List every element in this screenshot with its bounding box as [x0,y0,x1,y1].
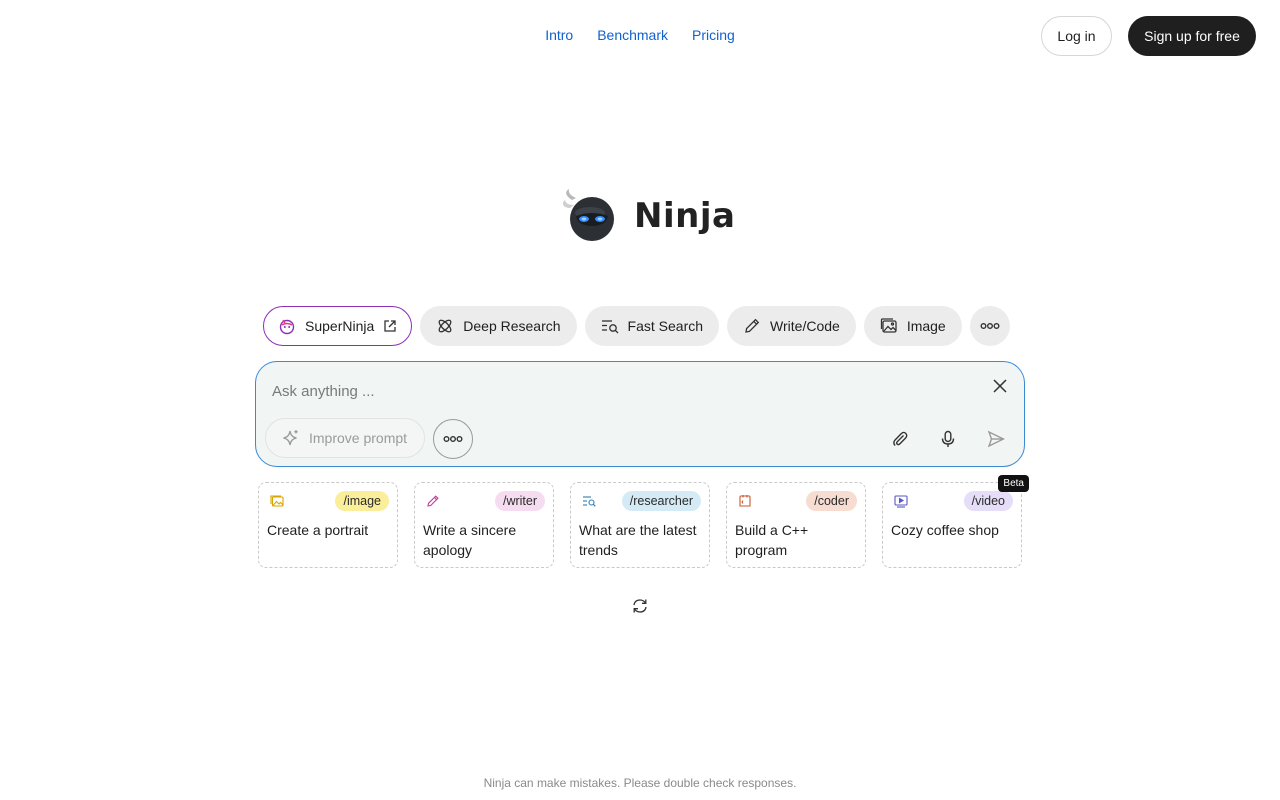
refresh-icon [633,599,647,613]
signup-button[interactable]: Sign up for free [1128,16,1256,56]
card-tag: /image [335,491,389,511]
prompt-options-button[interactable] [433,419,473,459]
more-modes-button[interactable] [969,306,1010,346]
mode-deep-research[interactable]: Deep Research [420,306,577,346]
code-icon [739,495,751,507]
mode-superninja[interactable]: SuperNinja [263,306,413,346]
sparkle-icon [283,430,298,446]
card-tag: /coder [806,491,857,511]
suggestion-card-coder[interactable]: /coder Build a C++ program [726,482,866,568]
external-link-icon [384,320,396,332]
mode-label: Fast Search [627,318,704,334]
search-list-icon [583,496,596,507]
mode-write-code[interactable]: Write/Code [727,306,856,346]
suggestion-card-video[interactable]: /video Cozy coffee shop Beta [882,475,1029,568]
suggestion-card-researcher[interactable]: /researcher What are the latest trends [570,482,710,568]
mode-label: Deep Research [463,318,561,334]
card-text: What are the latest trends [579,522,697,558]
mode-label: Image [906,318,946,334]
refresh-suggestions-button[interactable] [631,597,649,615]
search-list-icon [601,320,619,334]
card-text: Write a sincere apology [423,522,517,558]
attach-button[interactable] [889,428,911,450]
microphone-icon [941,430,955,447]
more-dots-icon [443,436,463,442]
improve-prompt-button[interactable]: Improve prompt [265,418,425,458]
suggestion-card-image[interactable]: /image Create a portrait [258,482,398,568]
improve-prompt-label: Improve prompt [309,430,408,446]
paperclip-icon [893,431,908,447]
ninja-mascot-icon [562,189,614,241]
brand-logo: Ninja [560,184,735,248]
prompt-box: Improve prompt [255,361,1025,467]
card-tag: /researcher [621,491,701,511]
nav-link-benchmark[interactable]: Benchmark [597,27,668,43]
atom-icon [438,319,452,333]
pencil-icon [427,495,439,507]
mode-label: SuperNinja [305,318,375,334]
login-button[interactable]: Log in [1041,16,1112,56]
nav-link-pricing[interactable]: Pricing [692,27,735,43]
card-tag: /writer [494,491,545,511]
card-text: Cozy coffee shop [891,522,999,538]
image-icon [880,318,897,333]
mode-image[interactable]: Image [863,306,962,346]
mode-label: Write/Code [770,318,840,334]
image-icon [270,495,284,507]
voice-input-button[interactable] [937,428,959,450]
send-button[interactable] [985,428,1007,450]
disclaimer-text: Ninja can make mistakes. Please double c… [483,776,797,790]
close-icon [993,379,1007,393]
top-nav: Intro Benchmark Pricing Log in Sign up f… [0,0,1280,72]
suggestion-cards: /image Create a portrait /writer Write a… [258,475,1029,568]
pencil-icon [745,318,760,333]
prompt-input[interactable] [272,380,952,402]
card-tag: /video [963,491,1013,511]
card-text: Build a C++ program [735,522,809,558]
brand-name: Ninja [634,196,736,236]
nav-link-intro[interactable]: Intro [545,27,573,43]
superninja-icon [279,319,295,335]
card-text: Create a portrait [267,522,369,538]
clear-button[interactable] [990,376,1010,396]
mode-selector: SuperNinja Deep Research Fast Search Wri… [263,306,1010,346]
send-icon [987,430,1005,448]
beta-badge: Beta [998,475,1029,492]
suggestion-card-writer[interactable]: /writer Write a sincere apology [414,482,554,568]
more-dots-icon [980,323,1000,329]
video-icon [894,495,908,508]
mode-fast-search[interactable]: Fast Search [584,306,720,346]
